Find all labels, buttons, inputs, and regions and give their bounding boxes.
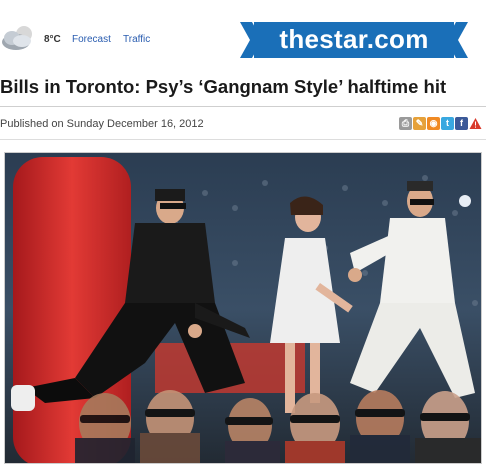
article-photo[interactable] bbox=[4, 152, 482, 464]
twitter-icon[interactable]: t bbox=[441, 117, 454, 130]
divider bbox=[0, 139, 486, 140]
forecast-link[interactable]: Forecast bbox=[72, 34, 111, 45]
temperature: 8°C bbox=[44, 34, 61, 45]
cloud-sun-icon bbox=[2, 26, 32, 50]
logo-text: thestar.com bbox=[279, 24, 429, 54]
publish-date: Published on Sunday December 16, 2012 bbox=[0, 118, 204, 130]
article-tools: ⎙ ✎ ◉ t f bbox=[399, 117, 482, 131]
photo-image bbox=[5, 153, 481, 463]
site-header: 8°C Forecast Traffic thestar.com bbox=[0, 0, 486, 62]
print-icon[interactable]: ⎙ bbox=[399, 117, 412, 130]
divider bbox=[0, 106, 486, 107]
traffic-link[interactable]: Traffic bbox=[123, 34, 150, 45]
rss-icon[interactable]: ◉ bbox=[427, 117, 440, 130]
thestar-logo[interactable]: thestar.com bbox=[240, 22, 468, 58]
comment-icon[interactable]: ✎ bbox=[413, 117, 426, 130]
facebook-icon[interactable]: f bbox=[455, 117, 468, 130]
article-headline: Bills in Toronto: Psy’s ‘Gangnam Style’ … bbox=[0, 76, 447, 97]
report-icon[interactable] bbox=[469, 117, 482, 130]
